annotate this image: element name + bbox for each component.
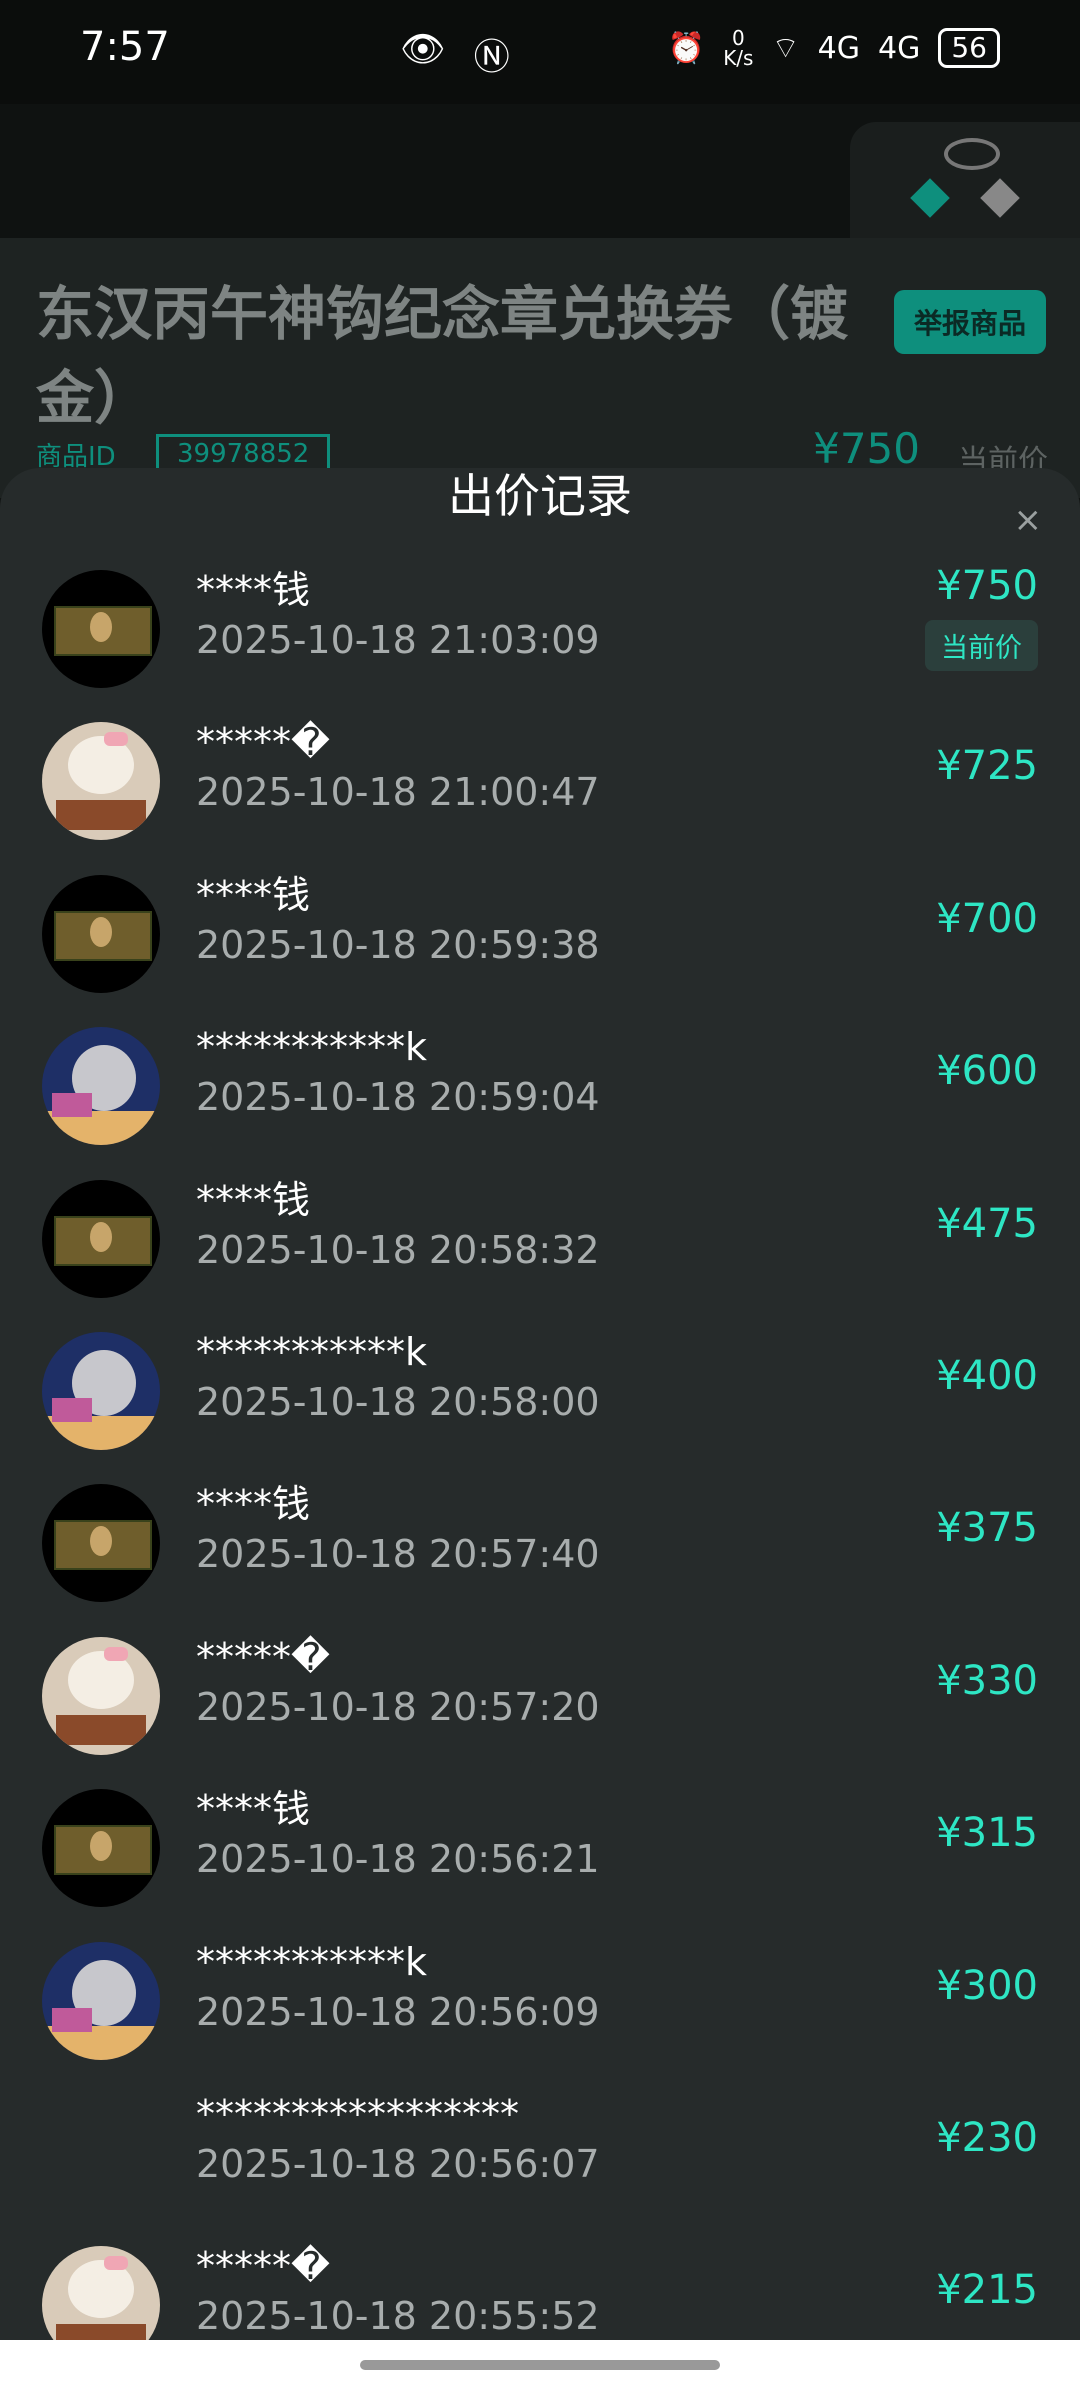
diamond-icon-active[interactable] (910, 178, 950, 218)
avatar (42, 1331, 160, 1450)
product-hero (0, 104, 1080, 242)
battery-icon: 56 (938, 28, 1000, 68)
avatar (42, 1027, 160, 1146)
bid-row: *****� 2025-10-18 20:55:52 ¥215 (0, 2228, 1080, 2340)
nfc-icon: Ⓝ (473, 37, 510, 78)
bid-time: 2025-10-18 20:56:21 (196, 1837, 600, 1882)
bid-time: 2025-10-18 20:55:52 (196, 2294, 600, 2339)
bid-time: 2025-10-18 20:56:09 (196, 1989, 600, 2034)
bid-price: ¥300 (936, 1962, 1038, 2009)
bid-price: ¥330 (936, 1657, 1038, 1704)
bid-price: ¥375 (936, 1505, 1038, 1552)
status-icons-right: ⏰ 0 K/s ⌔ 4G 4G 56 (668, 28, 1000, 68)
avatar (42, 722, 160, 841)
bid-price: ¥725 (936, 743, 1038, 790)
bidder-name: ****钱 (196, 1787, 311, 1832)
bid-row: ***********k 2025-10-18 20:58:00 ¥400 (0, 1314, 1080, 1466)
bid-row: ***********k 2025-10-18 20:56:09 ¥300 (0, 1924, 1080, 2076)
current-price-badge: 当前价 (925, 620, 1038, 671)
bid-time: 2025-10-18 20:59:38 (196, 922, 600, 967)
close-icon[interactable]: × (1014, 500, 1043, 540)
bid-time: 2025-10-18 20:59:04 (196, 1075, 600, 1120)
bid-row: ****钱 2025-10-18 20:59:38 ¥700 (0, 857, 1080, 1009)
net-speed: 0 K/s (723, 26, 754, 70)
signal-icon: 4G (817, 30, 861, 66)
avatar (42, 1179, 160, 1298)
status-time: 7:57 (80, 24, 170, 70)
bidder-name: ****钱 (196, 1482, 311, 1527)
diamond-icon[interactable] (980, 178, 1020, 218)
product-info: 东汉丙午神钩纪念章兑换券（镀金） 举报商品 商品ID 39978852 ¥750… (0, 238, 1080, 498)
bidder-name: ****钱 (196, 1177, 311, 1222)
eye-icon[interactable] (944, 138, 1000, 170)
bidder-name: ***********k (196, 1025, 428, 1070)
sheet-title: 出价记录 (448, 469, 632, 523)
bid-row: *****� 2025-10-18 20:57:20 ¥330 (0, 1619, 1080, 1771)
avatar (42, 2094, 160, 2212)
bid-time: 2025-10-18 20:56:07 (196, 2141, 600, 2186)
bid-time: 2025-10-18 20:57:40 (196, 1532, 600, 1577)
bid-row: ****钱 2025-10-18 20:58:32 ¥475 (0, 1162, 1080, 1314)
bid-row: ***************** 2025-10-18 20:56:07 ¥230 (0, 2076, 1080, 2228)
gesture-nav-bar (0, 2340, 1080, 2390)
signal-icon-2: 4G (878, 30, 921, 66)
alarm-icon: ⏰ (667, 30, 706, 66)
bidder-name: ***********k (196, 1939, 428, 1984)
status-bar: 7:57 👁 Ⓝ ⏰ 0 K/s ⌔ 4G 4G 56 (0, 0, 1080, 104)
bid-time: 2025-10-18 20:58:00 (196, 1379, 600, 1424)
bid-price: ¥230 (936, 2114, 1038, 2161)
bidder-name: ***********k (196, 1329, 428, 1374)
bidder-name: *****� (196, 1634, 330, 1679)
eye-icon: 👁 (400, 29, 446, 70)
bid-row: ****钱 2025-10-18 20:56:21 ¥315 (0, 1771, 1080, 1923)
bid-time: 2025-10-18 20:57:20 (196, 1684, 600, 1729)
bid-row: ***********k 2025-10-18 20:59:04 ¥600 (0, 1009, 1080, 1161)
bidder-name: ****钱 (196, 568, 311, 612)
bid-row: ****钱 2025-10-18 20:57:40 ¥375 (0, 1466, 1080, 1618)
report-product-button[interactable]: 举报商品 (893, 290, 1046, 354)
wifi-icon: ⌔ (771, 31, 800, 66)
bidder-name: *****� (196, 2244, 330, 2289)
bid-price: ¥315 (936, 1810, 1038, 1857)
view-switcher[interactable] (850, 122, 1080, 242)
bid-price: ¥215 (936, 2267, 1038, 2314)
bid-record-sheet: 出价记录 × ****钱 2025-10-18 21:03:09 ¥750 当前价 **… (0, 468, 1080, 2340)
bid-price: ¥700 (936, 895, 1038, 942)
bid-time: 2025-10-18 21:03:09 (196, 618, 600, 662)
bid-row: ****钱 2025-10-18 21:03:09 ¥750 当前价 (0, 552, 1080, 704)
product-price: ¥750 (813, 424, 920, 473)
bidder-name: ***************** (196, 2091, 519, 2136)
avatar (42, 874, 160, 993)
status-icons-left: 👁 Ⓝ (400, 28, 510, 80)
bidder-name: ****钱 (196, 872, 311, 917)
bid-row: *****� 2025-10-18 21:00:47 ¥725 (0, 704, 1080, 856)
avatar (42, 1484, 160, 1603)
avatar (42, 1941, 160, 2060)
bid-list: ****钱 2025-10-18 21:03:09 ¥750 当前价 *****� 202… (0, 552, 1080, 2340)
home-handle[interactable] (360, 2360, 720, 2370)
bid-time: 2025-10-18 20:58:32 (196, 1227, 600, 1272)
bidder-name: *****� (196, 720, 330, 765)
avatar (42, 2246, 160, 2340)
avatar (42, 570, 160, 688)
bid-price: ¥475 (936, 1200, 1038, 1247)
bid-price: ¥400 (936, 1352, 1038, 1399)
avatar (42, 1636, 160, 1755)
bid-time: 2025-10-18 21:00:47 (196, 770, 600, 815)
product-title: 东汉丙午神钩纪念章兑换券（镀金） (36, 280, 849, 432)
bid-price: ¥750 (936, 563, 1038, 609)
bid-price: ¥600 (936, 1048, 1038, 1095)
avatar (42, 1789, 160, 1908)
